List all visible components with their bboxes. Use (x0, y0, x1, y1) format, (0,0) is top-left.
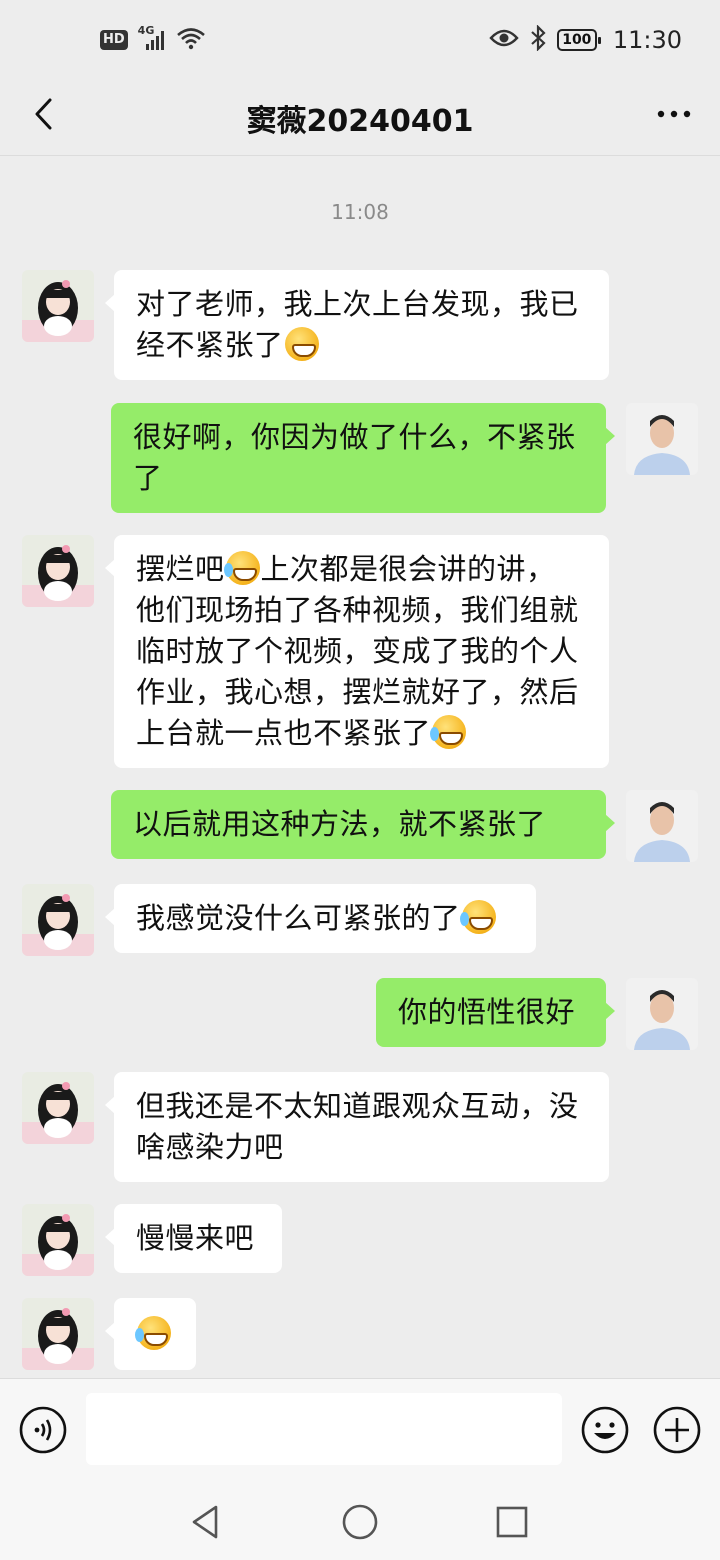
incoming-bubble[interactable]: 我感觉没什么可紧张的了 (105, 884, 536, 953)
contact-avatar[interactable] (22, 1298, 94, 1370)
more-button[interactable] (654, 94, 694, 134)
outgoing-bubble[interactable]: 你的悟性很好 (376, 978, 615, 1047)
system-recents-button[interactable] (492, 1502, 532, 1542)
signal-icon: 4G (138, 24, 166, 52)
incoming-bubble[interactable]: 慢慢来吧 (105, 1204, 282, 1273)
tears-of-joy-emoji-icon (430, 715, 467, 749)
status-bar: HD 4G 100 11:30 (0, 0, 720, 80)
bluetooth-icon (529, 24, 547, 55)
more-dots-icon (657, 110, 691, 118)
message-line-with-emoji: 上台就一点也不紧张了 (136, 713, 587, 754)
system-back-button[interactable] (186, 1502, 226, 1542)
message-line: 临时放了个视频，变成了我的个人 (136, 634, 579, 668)
my-avatar[interactable] (626, 790, 698, 862)
cry-laugh-emoji-icon (223, 551, 260, 585)
contact-avatar[interactable] (22, 270, 94, 342)
message-line: 我感觉没什么可紧张的了 (136, 901, 461, 935)
triangle-back-icon (192, 1505, 218, 1539)
my-avatar[interactable] (626, 978, 698, 1050)
message-line: 以后就用这种方法，就不紧张了 (133, 807, 547, 841)
chevron-left-icon (35, 98, 52, 130)
message-line: 对了老师，我上次上台发现，我已 (136, 287, 579, 321)
message-line: 作业，我心想，摆烂就好了，然后 (136, 675, 579, 709)
incoming-bubble[interactable]: 摆烂吧 上次都是很会讲的讲， 他们现场拍了各种视频，我们组就 临时放了个视频，变成… (105, 535, 609, 768)
input-bar (0, 1378, 720, 1480)
square-recents-icon (496, 1506, 528, 1538)
message-timestamp: 11:08 (331, 200, 389, 224)
voice-icon (19, 1406, 67, 1454)
system-home-button[interactable] (340, 1502, 380, 1542)
battery-indicator: 100 (556, 29, 601, 51)
chat-header: 窦薇20240401 (0, 80, 720, 156)
outgoing-bubble[interactable]: 以后就用这种方法，就不紧张了 (111, 790, 615, 859)
outgoing-bubble[interactable]: 很好啊，你因为做了什么，不紧张 了 (111, 403, 615, 513)
contact-avatar[interactable] (22, 884, 94, 956)
emoji-icon (581, 1406, 629, 1454)
message-line-with-emoji: 摆烂吧 上次都是很会讲的讲， (136, 549, 587, 590)
incoming-bubble[interactable] (105, 1298, 196, 1370)
plus-icon (653, 1406, 701, 1454)
contact-avatar[interactable] (22, 535, 94, 607)
back-button[interactable] (24, 94, 64, 134)
hd-badge: HD (100, 30, 128, 50)
message-line: 他们现场拍了各种视频，我们组就 (136, 593, 579, 627)
message-line: 经不紧张了 (136, 328, 284, 362)
message-line: 慢慢来吧 (136, 1221, 255, 1255)
message-line: 你的悟性很好 (398, 995, 576, 1029)
system-navigation-bar (0, 1480, 720, 1560)
message-line: 啥感染力吧 (136, 1130, 284, 1164)
status-left: HD 4G (100, 24, 206, 54)
cry-laugh-emoji-icon (135, 1316, 171, 1350)
grin-emoji-icon (284, 327, 319, 361)
status-time: 11:30 (612, 26, 682, 54)
eye-icon (489, 28, 519, 52)
circle-home-icon (342, 1504, 378, 1540)
more-functions-button[interactable] (652, 1405, 702, 1455)
incoming-bubble[interactable]: 但我还是不太知道跟观众互动，没 啥感染力吧 (105, 1072, 609, 1182)
chat-title: 窦薇20240401 (246, 103, 474, 139)
message-line-with-emoji: 经不紧张了 (136, 325, 587, 366)
message-input[interactable] (86, 1393, 562, 1465)
message-line-with-emoji: 我感觉没什么可紧张的了 (136, 898, 514, 939)
status-right: 100 11:30 (489, 24, 682, 55)
my-avatar[interactable] (626, 403, 698, 475)
wifi-icon (176, 26, 206, 54)
message-line: 摆烂吧 (136, 552, 225, 586)
message-line: 上台就一点也不紧张了 (136, 716, 432, 750)
message-line: 了 (133, 461, 163, 495)
message-line: 但我还是不太知道跟观众互动，没 (136, 1089, 579, 1123)
contact-avatar[interactable] (22, 1072, 94, 1144)
contact-avatar[interactable] (22, 1204, 94, 1276)
incoming-bubble[interactable]: 对了老师，我上次上台发现，我已 经不紧张了 (105, 270, 609, 380)
cry-laugh-emoji-icon (459, 900, 496, 934)
emoji-button[interactable] (580, 1405, 630, 1455)
message-line: 很好啊，你因为做了什么，不紧张 (133, 420, 576, 454)
voice-button[interactable] (18, 1405, 68, 1455)
message-line: 上次都是很会讲的讲， (260, 552, 556, 586)
